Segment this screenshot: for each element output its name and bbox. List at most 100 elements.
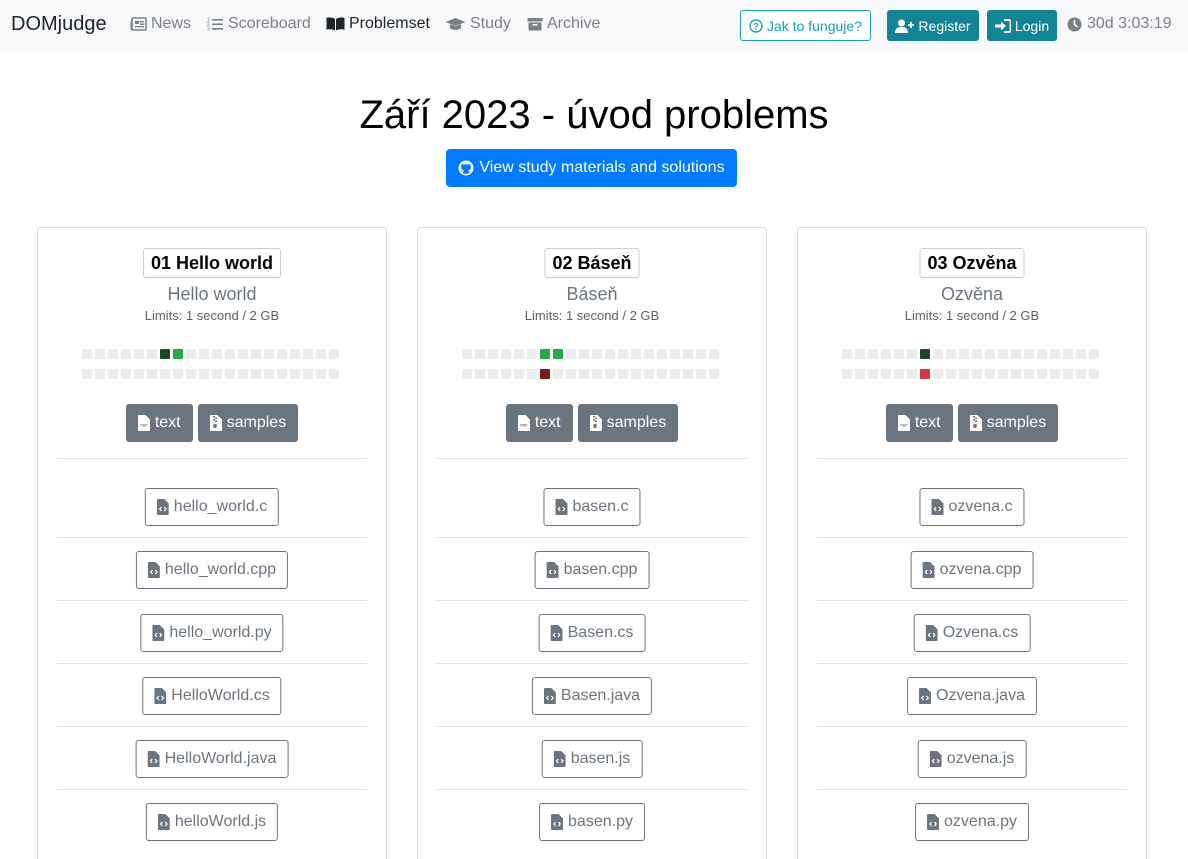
submission-cell: [605, 369, 615, 379]
submission-cell: [264, 349, 274, 359]
solution-file-name: hello_world.cpp: [164, 561, 277, 578]
submission-cell: [985, 369, 995, 379]
nav-news[interactable]: News: [130, 15, 191, 33]
submission-cell: [907, 369, 917, 379]
submission-cell: [933, 369, 943, 379]
submission-cell: [881, 349, 891, 359]
solution-file-button[interactable]: basen.js: [541, 740, 643, 778]
submission-cell: [108, 349, 118, 359]
problem-samples-button[interactable]: samples: [577, 404, 679, 442]
divider: [817, 458, 1127, 459]
problem-samples-button[interactable]: samples: [197, 404, 299, 442]
submission-cell: [868, 349, 878, 359]
solution-file-button[interactable]: hello_world.py: [140, 614, 284, 652]
submission-cell: [514, 369, 524, 379]
submission-cell: [173, 369, 183, 379]
solution-file-button[interactable]: Basen.java: [531, 677, 653, 715]
divider: [817, 663, 1127, 664]
divider: [437, 663, 747, 664]
nav-scoreboard-label: Scoreboard: [228, 15, 311, 32]
submission-cell: [579, 349, 589, 359]
submission-cell: [82, 349, 92, 359]
solution-file-button[interactable]: Ozvena.java: [907, 677, 1037, 715]
submission-cell: [592, 369, 602, 379]
problem-limits: Limits: 1 second / 2 GB: [524, 308, 660, 323]
study-materials-button[interactable]: View study materials and solutions: [446, 149, 737, 187]
github-icon: [458, 160, 474, 176]
submission-cell: [540, 369, 550, 379]
nav-scoreboard[interactable]: 123 Scoreboard: [207, 15, 311, 33]
navbar: DOMjudge News 123 Scoreboard Problemset …: [0, 0, 1188, 53]
page-title: Září 2023 - úvod problems: [359, 93, 829, 137]
login-button[interactable]: Login: [987, 10, 1057, 41]
solution-file-button[interactable]: ozvena.cpp: [910, 551, 1034, 589]
submission-cell: [644, 349, 654, 359]
submission-cell: [1024, 349, 1034, 359]
solution-file-button[interactable]: hello_world.c: [144, 488, 280, 526]
nav-problemset[interactable]: Problemset: [326, 15, 430, 33]
solution-file-button[interactable]: ozvena.js: [917, 740, 1027, 778]
submission-cell: [566, 349, 576, 359]
register-button[interactable]: Register: [887, 10, 979, 41]
solution-file-button[interactable]: ozvena.c: [919, 488, 1025, 526]
submission-cell: [147, 369, 157, 379]
solution-file-button[interactable]: HelloWorld.cs: [142, 677, 282, 715]
svg-text:PDF: PDF: [520, 424, 528, 428]
file-code-icon: [147, 751, 160, 767]
submission-cell: [121, 369, 131, 379]
submission-cell: [1011, 349, 1021, 359]
solution-file-button[interactable]: hello_world.cpp: [135, 551, 289, 589]
file-archive-icon: [589, 415, 602, 431]
submission-cell: [683, 369, 693, 379]
submission-cell: [618, 349, 628, 359]
submission-cell: [972, 349, 982, 359]
solution-file-button[interactable]: Basen.cs: [538, 614, 646, 652]
submission-cell: [868, 369, 878, 379]
submission-cell: [657, 369, 667, 379]
question-circle-icon: ?: [749, 18, 763, 33]
submission-cell: [462, 349, 472, 359]
submission-cell: [316, 369, 326, 379]
problem-text-button[interactable]: PDF text: [505, 404, 573, 442]
nav-study[interactable]: Study: [445, 15, 511, 33]
submission-cell: [173, 349, 183, 359]
solution-file-name: hello_world.py: [169, 624, 272, 641]
solution-file-button[interactable]: basen.py: [539, 803, 645, 841]
file-pdf-icon: PDF: [517, 415, 530, 431]
solution-file-button[interactable]: basen.cpp: [534, 551, 650, 589]
submission-cell: [855, 369, 865, 379]
submission-cell: [920, 349, 930, 359]
problem-text-button[interactable]: PDF text: [125, 404, 193, 442]
submission-cell: [933, 349, 943, 359]
solution-file-name: basen.c: [572, 498, 629, 515]
sign-in-icon: [994, 18, 1011, 33]
divider: [437, 600, 747, 601]
solution-file-button[interactable]: helloWorld.js: [145, 803, 279, 841]
problem-actions: PDF text samples: [418, 404, 766, 442]
problem-text-button[interactable]: PDF text: [885, 404, 953, 442]
solution-file-name: Ozvena.cs: [942, 624, 1019, 641]
solution-file-button[interactable]: Ozvena.cs: [913, 614, 1031, 652]
problem-badge: 03 Ozvěna: [919, 248, 1025, 278]
submission-cell: [1063, 369, 1073, 379]
submission-cell: [998, 369, 1008, 379]
file-archive-icon: [969, 415, 982, 431]
solution-file-button[interactable]: basen.c: [543, 488, 641, 526]
problem-samples-button[interactable]: samples: [957, 404, 1059, 442]
submission-cell: [1011, 369, 1021, 379]
solution-file-name: HelloWorld.java: [164, 750, 277, 767]
nav-archive[interactable]: Archive: [527, 15, 600, 33]
solution-file-name: Ozvena.java: [936, 687, 1025, 704]
file-pdf-icon: PDF: [897, 415, 910, 431]
solution-file-button[interactable]: HelloWorld.java: [135, 740, 289, 778]
solution-file-button[interactable]: ozvena.py: [915, 803, 1029, 841]
brand-logo[interactable]: DOMjudge: [11, 13, 107, 36]
study-materials-label: View study materials and solutions: [479, 159, 725, 176]
submission-cell: [959, 369, 969, 379]
help-button[interactable]: ? Jak to funguje?: [740, 10, 871, 41]
submission-cell: [959, 349, 969, 359]
submission-cell: [842, 349, 852, 359]
submission-cell: [501, 369, 511, 379]
register-button-label: Register: [918, 17, 971, 34]
nav-archive-label: Archive: [547, 15, 601, 32]
